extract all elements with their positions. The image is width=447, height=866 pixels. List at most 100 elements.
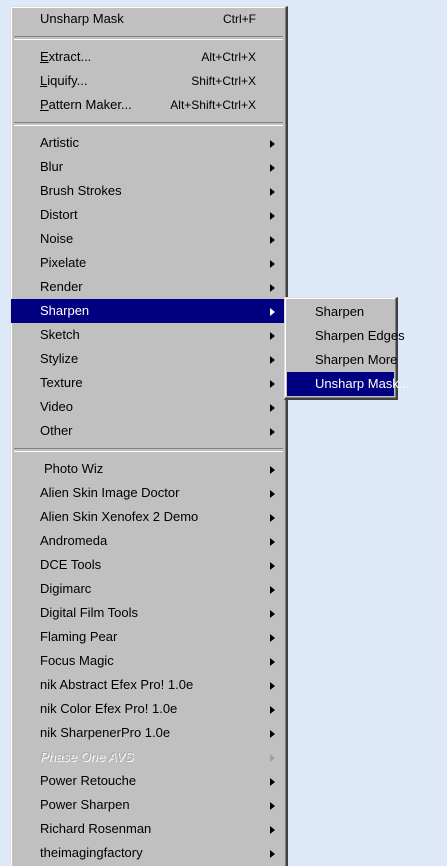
submenu-arrow-icon bbox=[270, 562, 275, 570]
menu-item-label: Photo Wiz bbox=[44, 461, 104, 476]
menu-item-label: Distort bbox=[40, 207, 78, 222]
menu-item-sketch[interactable]: Sketch bbox=[11, 323, 286, 347]
menu-item-label: Richard Rosenman bbox=[40, 821, 152, 836]
menu-item-label: nik SharpenerPro 1.0e bbox=[40, 725, 171, 740]
menu-item-pattern-maker[interactable]: Pattern Maker... Alt+Shift+Ctrl+X bbox=[11, 93, 286, 117]
menu-item-shortcut: Ctrl+F bbox=[223, 12, 256, 26]
menu-item-label: Power Sharpen bbox=[40, 797, 130, 812]
menu-item-other[interactable]: Other bbox=[11, 419, 286, 443]
menu-item-alien-skin-image-doctor[interactable]: Alien Skin Image Doctor bbox=[11, 481, 286, 505]
submenu-arrow-icon bbox=[270, 850, 275, 858]
menu-item-label: Other bbox=[40, 423, 73, 438]
submenu-arrow-icon bbox=[270, 356, 275, 364]
menu-item-label: Andromeda bbox=[40, 533, 108, 548]
submenu-arrow-icon bbox=[270, 428, 275, 436]
menu-item-label: Stylize bbox=[40, 351, 79, 366]
menu-separator bbox=[14, 36, 283, 40]
menu-item-shortcut: Shift+Ctrl+X bbox=[191, 74, 256, 88]
menu-item-label: Alien Skin Image Doctor bbox=[40, 485, 180, 500]
menu-item-label: Pixelate bbox=[40, 255, 87, 270]
submenu-arrow-icon bbox=[270, 826, 275, 834]
sharpen-submenu: Sharpen Sharpen Edges Sharpen More Unsha… bbox=[284, 297, 410, 400]
menu-item-label: Sketch bbox=[40, 327, 80, 342]
menu-item-flaming-pear[interactable]: Flaming Pear bbox=[11, 625, 286, 649]
submenu-item-unsharp-mask[interactable]: Unsharp Mask... bbox=[287, 372, 410, 396]
submenu-item-sharpen-edges[interactable]: Sharpen Edges bbox=[287, 324, 405, 348]
menu-item-label: Artistic bbox=[40, 135, 79, 150]
menu-item-pixelate[interactable]: Pixelate bbox=[11, 251, 286, 275]
submenu-arrow-icon bbox=[270, 634, 275, 642]
submenu-arrow-icon bbox=[270, 538, 275, 546]
menu-item-nik-sharpenerpro[interactable]: nik SharpenerPro 1.0e bbox=[11, 721, 286, 745]
menu-item-last-filter[interactable]: Unsharp Mask Ctrl+F bbox=[11, 7, 286, 31]
menu-item-texture[interactable]: Texture bbox=[11, 371, 286, 395]
menu-item-power-sharpen[interactable]: Power Sharpen bbox=[11, 793, 286, 817]
menu-item-label: Noise bbox=[40, 231, 74, 246]
submenu-arrow-icon bbox=[270, 682, 275, 690]
submenu-arrow-icon bbox=[270, 404, 275, 412]
submenu-arrow-icon bbox=[270, 212, 275, 220]
menu-item-digimarc[interactable]: Digimarc bbox=[11, 577, 286, 601]
submenu-arrow-icon bbox=[270, 706, 275, 714]
menu-item-label: Phase One AVS bbox=[40, 749, 134, 764]
menu-item-label: Pattern Maker... bbox=[40, 97, 132, 112]
submenu-arrow-icon bbox=[270, 140, 275, 148]
menu-separator bbox=[14, 122, 283, 126]
menu-item-label: Extract... bbox=[40, 49, 92, 64]
menu-item-alien-skin-xenofex[interactable]: Alien Skin Xenofex 2 Demo bbox=[11, 505, 286, 529]
menu-item-nik-abstract-efex[interactable]: nik Abstract Efex Pro! 1.0e bbox=[11, 673, 286, 697]
menu-item-label: Digimarc bbox=[40, 581, 92, 596]
menu-item-power-retouche[interactable]: Power Retouche bbox=[11, 769, 286, 793]
menu-item-label: Unsharp Mask bbox=[40, 11, 124, 26]
submenu-arrow-icon bbox=[270, 490, 275, 498]
menu-item-label: Power Retouche bbox=[40, 773, 137, 788]
menu-item-artistic[interactable]: Artistic bbox=[11, 131, 286, 155]
menu-item-noise[interactable]: Noise bbox=[11, 227, 286, 251]
menu-item-sharpen[interactable]: Sharpen bbox=[11, 299, 286, 323]
submenu-arrow-icon bbox=[270, 188, 275, 196]
menu-item-andromeda[interactable]: Andromeda bbox=[11, 529, 286, 553]
menu-item-label: nik Color Efex Pro! 1.0e bbox=[40, 701, 178, 716]
menu-item-stylize[interactable]: Stylize bbox=[11, 347, 286, 371]
submenu-arrow-icon bbox=[270, 380, 275, 388]
submenu-arrow-icon bbox=[270, 308, 275, 316]
menu-item-shortcut: Alt+Shift+Ctrl+X bbox=[170, 98, 256, 112]
menu-item-label: Alien Skin Xenofex 2 Demo bbox=[40, 509, 199, 524]
submenu-arrow-icon bbox=[270, 284, 275, 292]
menu-item-render[interactable]: Render bbox=[11, 275, 286, 299]
submenu-item-sharpen[interactable]: Sharpen bbox=[287, 300, 394, 324]
submenu-arrow-icon bbox=[270, 332, 275, 340]
menu-item-phase-one-avs: Phase One AVS bbox=[11, 745, 286, 769]
menu-item-theimagingfactory[interactable]: theimagingfactory bbox=[11, 841, 286, 865]
submenu-arrow-icon bbox=[270, 466, 275, 474]
menu-separator bbox=[14, 448, 283, 452]
menu-item-label: nik Abstract Efex Pro! 1.0e bbox=[40, 677, 194, 692]
menu-item-label: Texture bbox=[40, 375, 83, 390]
menu-item-label: Focus Magic bbox=[40, 653, 114, 668]
menu-item-blur[interactable]: Blur bbox=[11, 155, 286, 179]
submenu-arrow-icon bbox=[270, 514, 275, 522]
menu-item-brush-strokes[interactable]: Brush Strokes bbox=[11, 179, 286, 203]
menu-item-richard-rosenman[interactable]: Richard Rosenman bbox=[11, 817, 286, 841]
menu-item-label: Flaming Pear bbox=[40, 629, 118, 644]
submenu-arrow-icon bbox=[270, 754, 275, 762]
submenu-arrow-icon bbox=[270, 802, 275, 810]
menu-item-distort[interactable]: Distort bbox=[11, 203, 286, 227]
menu-item-label: DCE Tools bbox=[40, 557, 102, 572]
submenu-item-sharpen-more[interactable]: Sharpen More bbox=[287, 348, 397, 372]
menu-item-digital-film-tools[interactable]: Digital Film Tools bbox=[11, 601, 286, 625]
menu-item-dce-tools[interactable]: DCE Tools bbox=[11, 553, 286, 577]
menu-item-nik-color-efex[interactable]: nik Color Efex Pro! 1.0e bbox=[11, 697, 286, 721]
menu-item-extract[interactable]: Extract... Alt+Ctrl+X bbox=[11, 45, 286, 69]
menu-item-label: Sharpen bbox=[40, 303, 90, 318]
menu-item-liquify[interactable]: Liquify... Shift+Ctrl+X bbox=[11, 69, 286, 93]
submenu-arrow-icon bbox=[270, 586, 275, 594]
submenu-arrow-icon bbox=[270, 610, 275, 618]
submenu-arrow-icon bbox=[270, 658, 275, 666]
menu-item-label: Liquify... bbox=[40, 73, 88, 88]
menu-item-focus-magic[interactable]: Focus Magic bbox=[11, 649, 286, 673]
menu-item-video[interactable]: Video bbox=[11, 395, 286, 419]
menu-item-photo-wiz[interactable]: Photo Wiz bbox=[11, 457, 286, 481]
filter-menu: Unsharp Mask Ctrl+F Extract... Alt+Ctrl+… bbox=[10, 6, 288, 866]
submenu-arrow-icon bbox=[270, 260, 275, 268]
